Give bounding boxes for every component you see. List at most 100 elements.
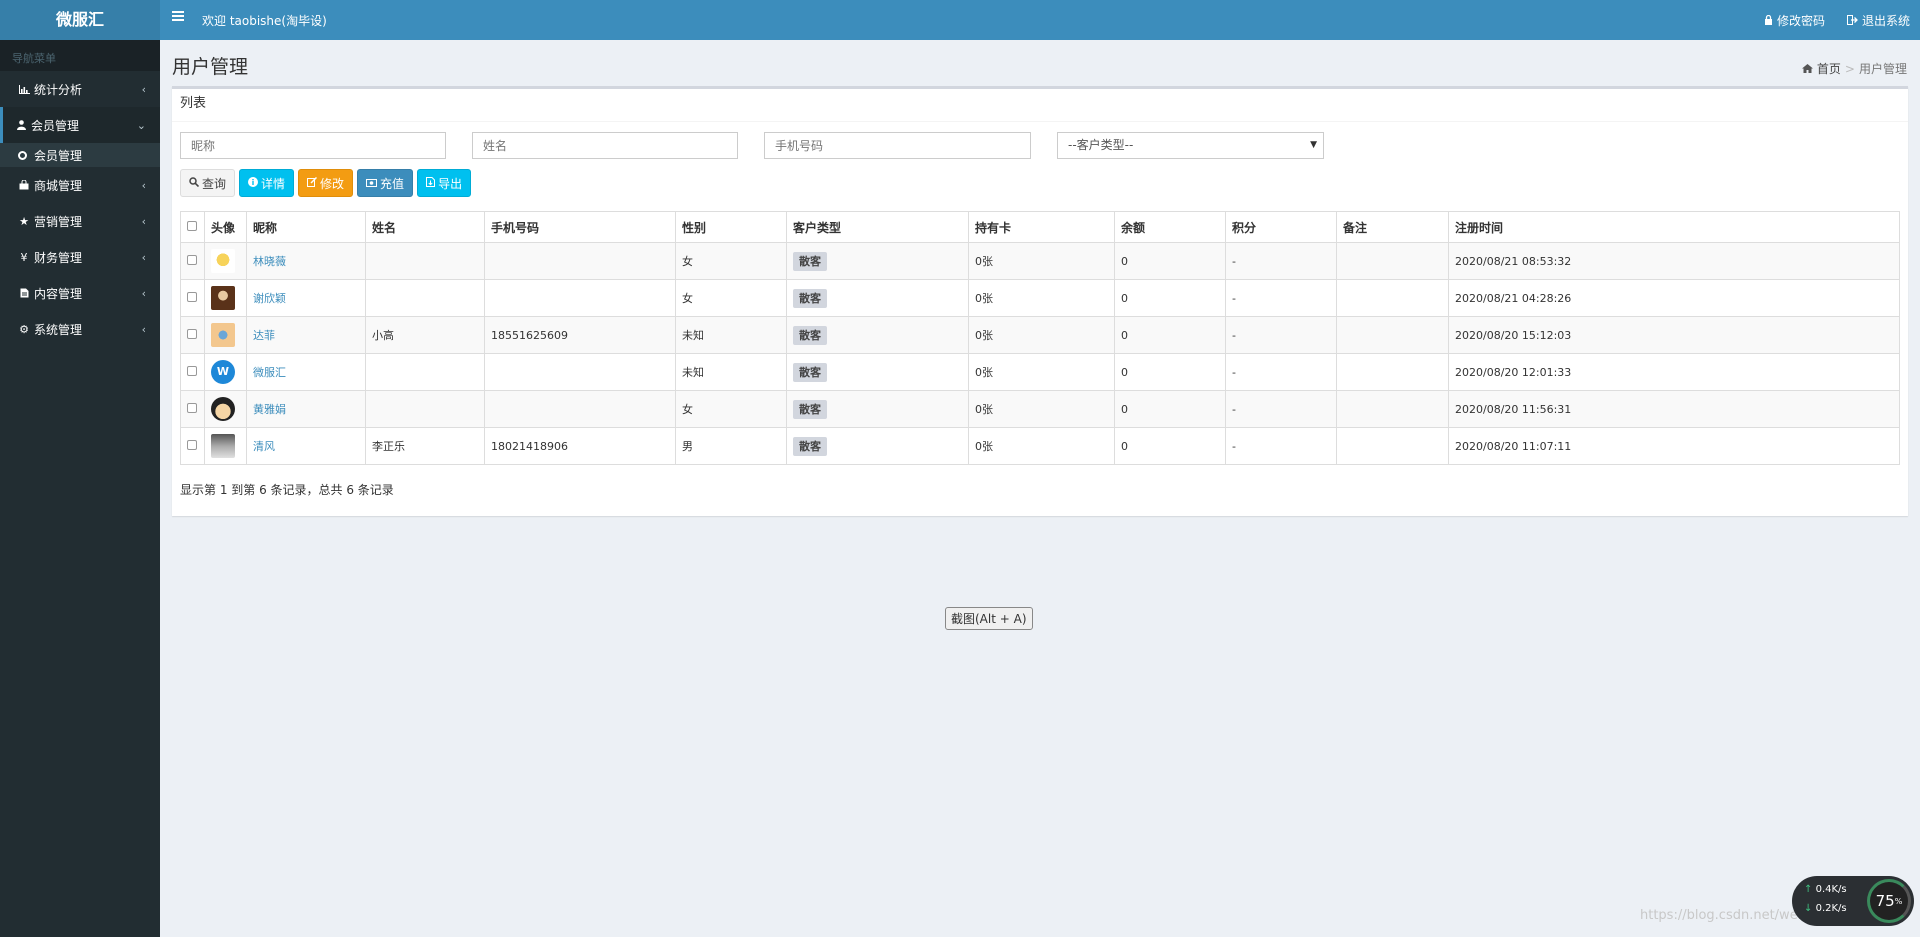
breadcrumb-home-link[interactable]: 首页 [1817, 60, 1841, 77]
sign-out-icon [1846, 14, 1858, 28]
table-row[interactable]: 黄雅娟 女 散客 0张 0 - 2020/08/20 11:56:31 [180, 390, 1900, 428]
column-header[interactable]: 备注 [1336, 211, 1449, 243]
sidebar-item-content[interactable]: 内容管理 ‹ [0, 275, 160, 311]
select-all-checkbox[interactable] [187, 221, 197, 231]
row-select-cell [180, 427, 205, 465]
row-select-cell [180, 242, 205, 280]
box-title: 列表 [172, 89, 1908, 122]
chevron-down-icon: ⌄ [136, 118, 146, 132]
edit-icon [307, 176, 318, 190]
logout-link[interactable]: 退出系统 [1846, 12, 1910, 29]
type-cell: 散客 [786, 242, 969, 280]
table-row[interactable]: W 微服汇 未知 散客 0张 0 - 2020/08/20 12:01:33 [180, 353, 1900, 391]
user-icon [14, 120, 28, 130]
arrow-up-icon: ↑ [1804, 884, 1813, 895]
recharge-button[interactable]: 充值 [357, 169, 414, 197]
sidebar-item-statistics[interactable]: 统计分析 ‹ [0, 71, 160, 107]
row-checkbox[interactable] [187, 254, 197, 265]
query-button-label: 查询 [202, 176, 227, 191]
nickname-link[interactable]: 微服汇 [253, 366, 286, 379]
edit-button[interactable]: 修改 [298, 169, 354, 197]
registered-cell: 2020/08/21 08:53:32 [1448, 242, 1900, 280]
row-checkbox[interactable] [187, 439, 197, 450]
nickname-link[interactable]: 黄雅娟 [253, 403, 286, 416]
change-password-link[interactable]: 修改密码 [1764, 12, 1825, 29]
column-header[interactable]: 头像 [204, 211, 247, 243]
chevron-left-icon: ‹ [141, 214, 146, 228]
column-header[interactable]: 余额 [1114, 211, 1226, 243]
row-checkbox[interactable] [187, 365, 197, 376]
points-cell: - [1225, 279, 1337, 317]
document-icon [17, 288, 31, 298]
points-cell: - [1225, 390, 1337, 428]
gender-cell: 女 [675, 279, 787, 317]
points-cell: - [1225, 353, 1337, 391]
table-row[interactable]: 林晓薇 女 散客 0张 0 - 2020/08/21 08:53:32 [180, 242, 1900, 280]
phone-cell [484, 390, 676, 428]
column-header[interactable]: 客户类型 [786, 211, 969, 243]
column-header[interactable]: 注册时间 [1448, 211, 1900, 243]
name-cell [365, 242, 485, 280]
phone-cell [484, 242, 676, 280]
export-button[interactable]: 导出 [417, 169, 472, 197]
app-logo[interactable]: 微服汇 [0, 0, 160, 40]
details-button-label: 详情 [261, 176, 286, 191]
avatar-cell [204, 279, 247, 317]
registered-cell: 2020/08/20 11:07:11 [1448, 427, 1900, 465]
sidebar-item-label: 财务管理 [34, 250, 83, 265]
avatar-cell [204, 390, 247, 428]
avatar-cell [204, 242, 247, 280]
sidebar-item-mall[interactable]: 商城管理 ‹ [0, 167, 160, 203]
cards-cell: 0张 [968, 316, 1115, 354]
nickname-link[interactable]: 谢欣颖 [253, 292, 286, 305]
column-header[interactable]: 积分 [1225, 211, 1337, 243]
avatar [211, 286, 235, 310]
details-button[interactable]: 详情 [239, 169, 295, 197]
balance-cell: 0 [1114, 427, 1226, 465]
chevron-left-icon: ‹ [141, 250, 146, 264]
column-header[interactable]: 持有卡 [968, 211, 1115, 243]
table-row[interactable]: 达菲 小高 18551625609 未知 散客 0张 0 - 2020/08/2… [180, 316, 1900, 354]
name-input[interactable] [472, 132, 738, 159]
customer-type-select[interactable]: --客户类型-- ▼ [1057, 132, 1324, 159]
registered-cell: 2020/08/20 12:01:33 [1448, 353, 1900, 391]
column-header[interactable]: 昵称 [246, 211, 366, 243]
info-circle-icon [248, 176, 259, 190]
customer-type-badge: 散客 [793, 437, 827, 456]
column-header[interactable]: 手机号码 [484, 211, 676, 243]
table-row[interactable]: 清风 李正乐 18021418906 男 散客 0张 0 - 2020/08/2… [180, 427, 1900, 465]
row-checkbox[interactable] [187, 328, 197, 339]
member-table: 头像 昵称 姓名 手机号码 性别 客户类型 持有卡 余额 积分 备注 注册时间 … [180, 211, 1900, 465]
sidebar-item-members[interactable]: 会员管理 ⌄ [0, 107, 160, 143]
screenshot-tooltip-button[interactable]: 截图(Alt + A) [945, 607, 1033, 630]
balance-cell: 0 [1114, 279, 1226, 317]
bar-chart-icon [17, 84, 31, 94]
nickname-input[interactable] [180, 132, 446, 159]
nickname-link[interactable]: 林晓薇 [253, 255, 286, 268]
home-icon [1801, 62, 1813, 76]
row-checkbox[interactable] [187, 402, 197, 413]
sidebar-toggle-icon[interactable] [172, 11, 184, 21]
file-export-icon [426, 176, 436, 190]
network-speed-widget[interactable]: ↑ 0.4K/s ↓ 0.2K/s 75% [1792, 876, 1914, 926]
export-button-label: 导出 [438, 176, 463, 191]
sidebar-item-finance[interactable]: ¥ 财务管理 ‹ [0, 239, 160, 275]
registered-cell: 2020/08/20 15:12:03 [1448, 316, 1900, 354]
query-button[interactable]: 查询 [180, 169, 236, 197]
gauge-unit: % [1894, 896, 1903, 906]
column-header[interactable]: 姓名 [365, 211, 485, 243]
column-header[interactable]: 性别 [675, 211, 787, 243]
sidebar-item-label: 营销管理 [34, 214, 83, 229]
sidebar-item-marketing[interactable]: ★ 营销管理 ‹ [0, 203, 160, 239]
row-checkbox[interactable] [187, 291, 197, 302]
list-box: 列表 --客户类型-- ▼ 查询 详情 修改 充值 导出 [172, 86, 1908, 516]
type-cell: 散客 [786, 316, 969, 354]
nickname-link[interactable]: 清风 [253, 440, 275, 453]
nickname-link[interactable]: 达菲 [253, 329, 275, 342]
phone-input[interactable] [764, 132, 1031, 159]
sidebar-item-system[interactable]: ⚙ 系统管理 ‹ [0, 311, 160, 347]
note-cell [1336, 242, 1449, 280]
phone-cell: 18021418906 [484, 427, 676, 465]
table-row[interactable]: 谢欣颖 女 散客 0张 0 - 2020/08/21 04:28:26 [180, 279, 1900, 317]
submenu-item-member-management[interactable]: 会员管理 [0, 143, 160, 167]
